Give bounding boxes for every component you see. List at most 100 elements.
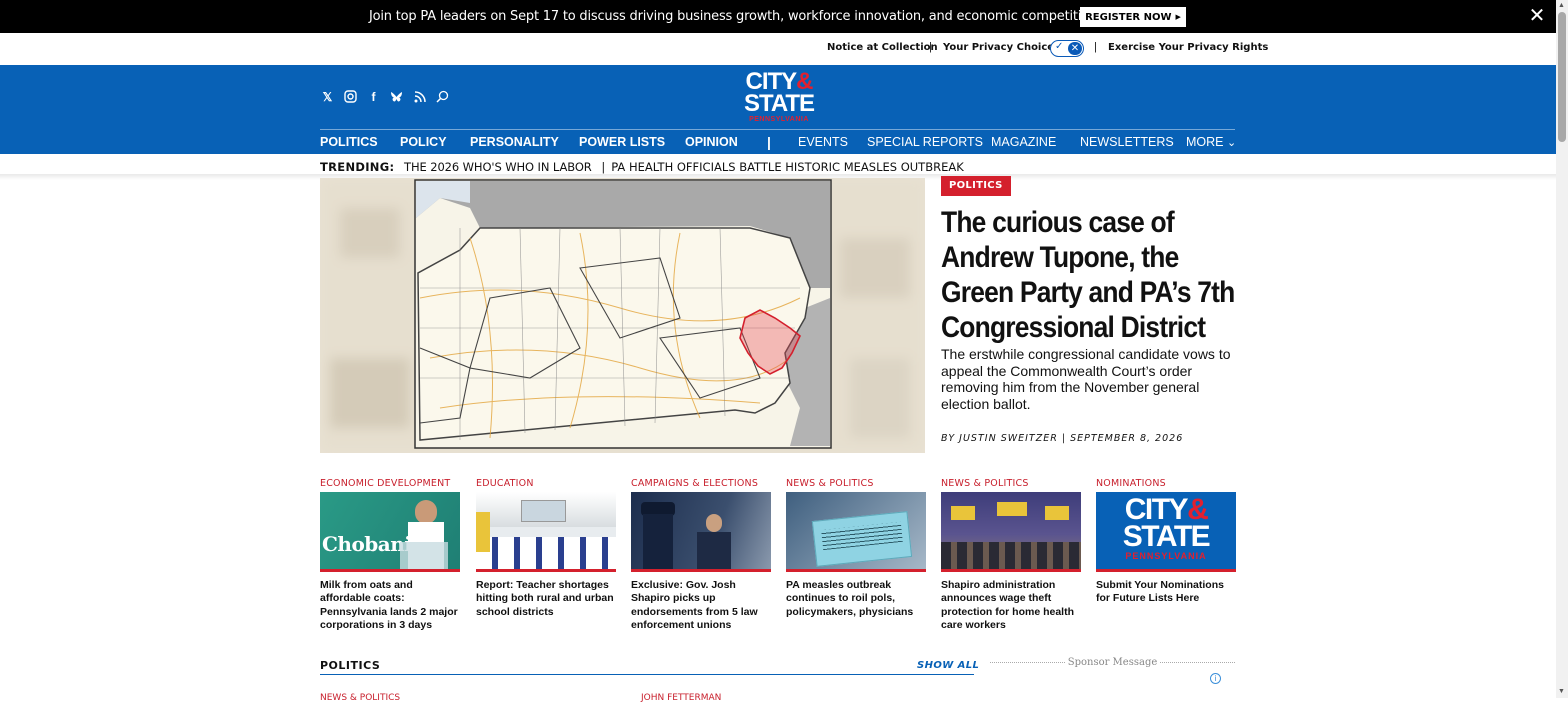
card-category[interactable]: NEWS & POLITICS <box>786 478 926 492</box>
sponsor-label: Sponsor Message <box>1067 657 1158 668</box>
sponsor-dots <box>1160 662 1235 663</box>
nav-divider: | <box>767 134 771 150</box>
register-now-button[interactable]: REGISTER NOW ▶ <box>1080 7 1186 27</box>
nav-policy[interactable]: POLICY <box>400 135 447 149</box>
card-thumbnail[interactable] <box>941 492 1081 572</box>
card-category[interactable]: CAMPAIGNS & ELECTIONS <box>631 478 771 492</box>
hero-image[interactable] <box>320 178 925 453</box>
instagram-icon[interactable] <box>343 89 358 104</box>
scroll-thumb[interactable] <box>1558 12 1566 142</box>
thumb-logo-line3: PENNSYLVANIA <box>1125 551 1207 561</box>
bluesky-icon[interactable] <box>389 89 404 104</box>
story-card[interactable]: ECONOMIC DEVELOPMENT Chobani Milk from o… <box>320 478 460 633</box>
podium <box>400 542 448 569</box>
thumb-logo-line2: STATE <box>1122 520 1211 553</box>
trending-bar: TRENDING: THE 2026 WHO'S WHO IN LABOR | P… <box>320 160 964 174</box>
classroom-wall-yellow <box>476 512 490 552</box>
promo-text: Join top PA leaders on Sept 17 to discus… <box>369 9 1130 24</box>
x-icon[interactable]: 𝕏 <box>320 89 335 104</box>
hero-category-tag[interactable]: POLITICS <box>941 176 1011 196</box>
show-all-link[interactable]: SHOW ALL <box>917 660 979 671</box>
nav-divider-line <box>320 129 1235 130</box>
story-card[interactable]: NEWS & POLITICS PA measles outbreak cont… <box>786 478 926 619</box>
facebook-icon[interactable]: f <box>366 89 381 104</box>
nav-opinion[interactable]: OPINION <box>685 135 738 149</box>
card-category[interactable]: NOMINATIONS <box>1096 478 1236 492</box>
chobani-logo-text: Chobani <box>322 532 412 556</box>
event-banner <box>951 506 975 520</box>
card-headline[interactable]: Submit Your Nominations for Future Lists… <box>1096 579 1236 606</box>
card-category[interactable]: EDUCATION <box>476 478 616 492</box>
privacy-separator: | <box>929 41 932 53</box>
speaker-figure <box>415 500 437 524</box>
card-thumbnail[interactable] <box>786 492 926 572</box>
site-header: 𝕏 f CITY& STATE PENNSYLVANIA POLITICS PO… <box>0 65 1556 154</box>
hero-byline: BY JUSTIN SWEITZER | SEPTEMBER 8, 2026 <box>941 433 1184 444</box>
trending-item[interactable]: THE 2026 WHO'S WHO IN LABOR <box>404 160 592 174</box>
scroll-up-arrow-icon[interactable]: ▲ <box>1558 2 1565 9</box>
sponsor-message: Sponsor Message <box>990 657 1235 668</box>
close-icon[interactable]: ✕ <box>1528 6 1546 26</box>
story-card[interactable]: EDUCATION Report: Teacher shortages hitt… <box>476 478 616 619</box>
sponsor-dots <box>990 662 1065 663</box>
page-scrollbar[interactable]: ▲ ▼ <box>1556 0 1568 698</box>
logo-line2: STATE <box>743 90 815 117</box>
nav-newsletters[interactable]: NEWSLETTERS <box>1080 135 1174 149</box>
next-card-category[interactable]: JOHN FETTERMAN <box>641 693 721 703</box>
caret-right-icon: ▶ <box>1175 13 1181 21</box>
privacy-separator: | <box>1094 41 1097 53</box>
card-headline[interactable]: Exclusive: Gov. Josh Shapiro picks up en… <box>631 579 771 633</box>
story-card[interactable]: NOMINATIONS CITY& STATE PENNSYLVANIA Sub… <box>1096 478 1236 606</box>
card-headline[interactable]: Shapiro administration announces wage th… <box>941 579 1081 633</box>
card-headline[interactable]: Report: Teacher shortages hitting both r… <box>476 579 616 619</box>
card-thumbnail[interactable] <box>476 492 616 572</box>
trending-label: TRENDING: <box>320 160 395 174</box>
classroom-board <box>521 500 566 522</box>
social-links: 𝕏 f <box>320 89 450 104</box>
nav-politics[interactable]: POLITICS <box>320 135 378 149</box>
section-divider <box>320 674 974 675</box>
nav-events[interactable]: EVENTS <box>798 135 848 149</box>
logo-line3: PENNSYLVANIA <box>749 116 809 123</box>
privacy-choices-toggle[interactable]: ✓ ✕ <box>1050 40 1084 57</box>
hero-headline[interactable]: The curious case of Andrew Tupone, the G… <box>941 205 1240 345</box>
nav-special-reports[interactable]: SPECIAL REPORTS <box>867 135 983 149</box>
notice-at-collection-link[interactable]: Notice at Collection <box>827 42 938 53</box>
city-and-state-logo[interactable]: CITY& STATE PENNSYLVANIA <box>741 70 817 125</box>
chevron-down-icon: ⌄ <box>1226 137 1237 149</box>
card-thumbnail[interactable]: Chobani <box>320 492 460 572</box>
search-icon[interactable] <box>435 89 450 104</box>
classroom-desks <box>476 537 616 569</box>
card-headline[interactable]: Milk from oats and affordable coats: Pen… <box>320 579 460 633</box>
nav-power-lists[interactable]: POWER LISTS <box>579 135 665 149</box>
x-mark-icon: ✕ <box>1068 42 1082 55</box>
person-body <box>697 532 731 569</box>
card-thumbnail[interactable] <box>631 492 771 572</box>
scroll-down-arrow-icon[interactable]: ▼ <box>1558 688 1565 695</box>
story-card[interactable]: NEWS & POLITICS Shapiro administration a… <box>941 478 1081 633</box>
event-banner <box>997 502 1027 516</box>
card-category[interactable]: ECONOMIC DEVELOPMENT <box>320 478 460 492</box>
card-category[interactable]: NEWS & POLITICS <box>941 478 1081 492</box>
event-banner <box>1045 506 1069 520</box>
privacy-choices-link[interactable]: Your Privacy Choices <box>943 42 1060 53</box>
nav-more[interactable]: MORE ⌄ <box>1186 135 1236 149</box>
rss-icon[interactable] <box>412 89 427 104</box>
privacy-rights-link[interactable]: Exercise Your Privacy Rights <box>1108 42 1268 53</box>
card-thumbnail[interactable]: CITY& STATE PENNSYLVANIA <box>1096 492 1236 572</box>
politics-section-heading: POLITICS <box>320 659 381 672</box>
audience <box>941 542 1081 569</box>
next-card-category[interactable]: NEWS & POLITICS <box>320 693 400 703</box>
story-card[interactable]: CAMPAIGNS & ELECTIONS Exclusive: Gov. Jo… <box>631 478 771 633</box>
promo-banner: Join top PA leaders on Sept 17 to discus… <box>0 0 1556 33</box>
person-face <box>706 514 722 532</box>
nav-magazine[interactable]: MAGAZINE <box>991 135 1056 149</box>
card-headline[interactable]: PA measles outbreak continues to roil po… <box>786 579 926 619</box>
nav-personality[interactable]: PERSONALITY <box>470 135 559 149</box>
hero-dek: The erstwhile congressional candidate vo… <box>941 346 1231 412</box>
privacy-bar: Notice at Collection | Your Privacy Choi… <box>0 33 1556 65</box>
officer-figure <box>643 514 673 569</box>
ad-info-icon[interactable]: i <box>1210 673 1221 684</box>
check-icon: ✓ <box>1055 41 1064 52</box>
trending-item[interactable]: PA HEALTH OFFICIALS BATTLE HISTORIC MEAS… <box>611 160 964 174</box>
